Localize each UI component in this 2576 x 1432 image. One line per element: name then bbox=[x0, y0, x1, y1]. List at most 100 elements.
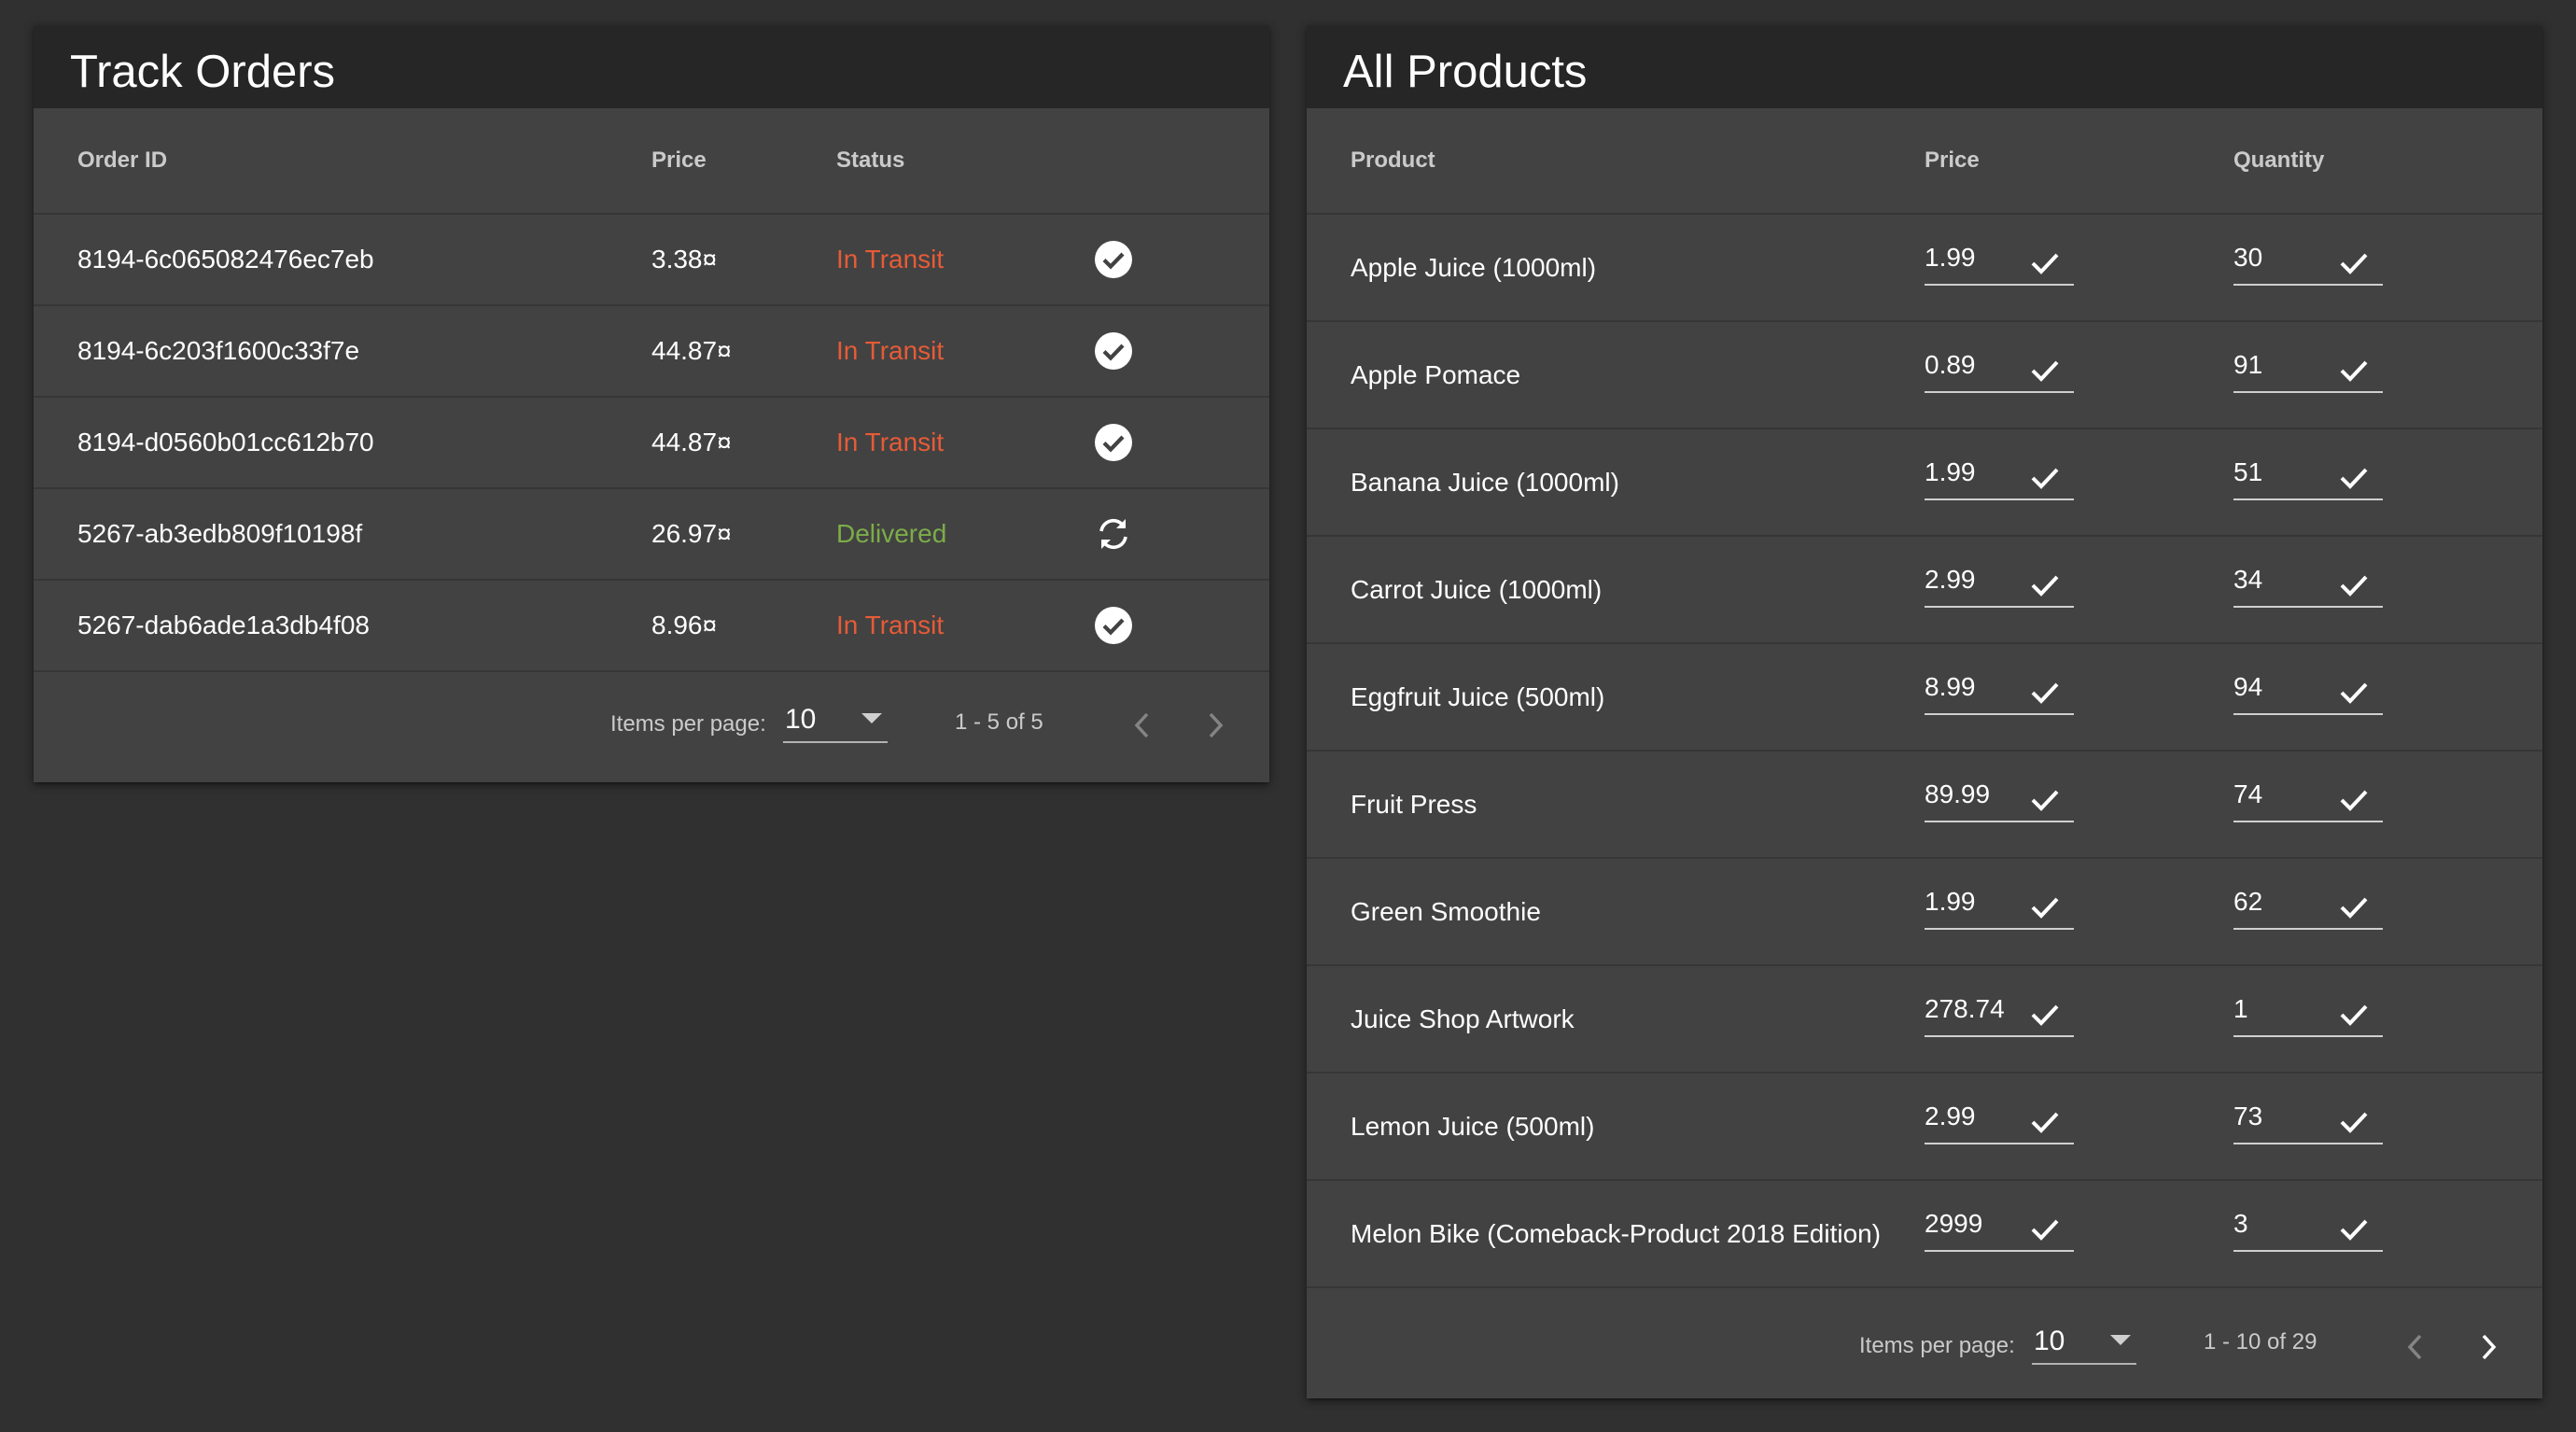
order-id-cell: 8194-d0560b01cc612b70 bbox=[77, 398, 374, 487]
table-row: Melon Bike (Comeback-Product 2018 Editio… bbox=[1307, 1181, 2542, 1288]
quantity-field[interactable]: 1 bbox=[2233, 983, 2383, 1037]
save-quantity-button[interactable] bbox=[2340, 467, 2368, 489]
product-name: Banana Juice (1000ml) bbox=[1351, 467, 1619, 497]
mark-delivered-button[interactable] bbox=[1087, 581, 1140, 670]
status-cell: Delivered bbox=[836, 489, 946, 579]
column-header-product[interactable]: Product bbox=[1351, 108, 1435, 213]
chevron-left-icon bbox=[2405, 1333, 2424, 1361]
price-field[interactable]: 278.74 bbox=[1925, 983, 2074, 1037]
price-input[interactable]: 2.99 bbox=[1925, 1102, 1976, 1143]
order-price: 26.97¤ bbox=[651, 519, 732, 548]
price-field[interactable]: 2.99 bbox=[1925, 1090, 2074, 1144]
save-price-button[interactable] bbox=[2031, 681, 2059, 704]
mark-delivered-button[interactable] bbox=[1087, 398, 1140, 487]
price-input[interactable]: 89.99 bbox=[1925, 779, 1990, 821]
table-row: Apple Juice (1000ml) 1.99 30 bbox=[1307, 215, 2542, 322]
quantity-input[interactable]: 3 bbox=[2233, 1209, 2248, 1250]
save-price-button[interactable] bbox=[2031, 1218, 2059, 1241]
save-price-button[interactable] bbox=[2031, 789, 2059, 811]
range-label: 1 - 10 of 29 bbox=[2204, 1329, 2317, 1355]
quantity-input[interactable]: 94 bbox=[2233, 672, 2262, 713]
quantity-input[interactable]: 74 bbox=[2233, 779, 2262, 821]
price-input[interactable]: 1.99 bbox=[1925, 243, 1976, 284]
save-quantity-button[interactable] bbox=[2340, 896, 2368, 919]
quantity-input[interactable]: 91 bbox=[2233, 350, 2262, 391]
price-input[interactable]: 278.74 bbox=[1925, 994, 2005, 1035]
quantity-field[interactable]: 30 bbox=[2233, 232, 2383, 286]
price-cell: 3.38¤ bbox=[651, 215, 717, 304]
price-input[interactable]: 2.99 bbox=[1925, 565, 1976, 606]
quantity-input[interactable]: 73 bbox=[2233, 1102, 2262, 1143]
quantity-field[interactable]: 74 bbox=[2233, 768, 2383, 822]
track-orders-table-header: Order ID Price Status bbox=[34, 108, 1269, 215]
column-header-price[interactable]: Price bbox=[651, 108, 707, 213]
mark-delivered-button[interactable] bbox=[1087, 306, 1140, 396]
quantity-input[interactable]: 1 bbox=[2233, 994, 2248, 1035]
save-price-button[interactable] bbox=[2031, 252, 2059, 274]
quantity-field[interactable]: 73 bbox=[2233, 1090, 2383, 1144]
items-per-page-value: 10 bbox=[785, 704, 817, 735]
price-field[interactable]: 89.99 bbox=[1925, 768, 2074, 822]
check-icon bbox=[2031, 252, 2059, 274]
order-id: 8194-6c065082476ec7eb bbox=[77, 245, 374, 274]
quantity-input[interactable]: 30 bbox=[2233, 243, 2262, 284]
save-price-button[interactable] bbox=[2031, 1111, 2059, 1133]
price-field[interactable]: 0.89 bbox=[1925, 339, 2074, 393]
column-header-price[interactable]: Price bbox=[1925, 108, 1980, 213]
items-per-page-label: Items per page: bbox=[1859, 1333, 2015, 1358]
price-field[interactable]: 1.99 bbox=[1925, 876, 2074, 930]
save-quantity-button[interactable] bbox=[2340, 1218, 2368, 1241]
price-field[interactable]: 2.99 bbox=[1925, 554, 2074, 608]
next-page-button[interactable] bbox=[2466, 1324, 2513, 1370]
next-page-button[interactable] bbox=[1193, 702, 1239, 749]
save-price-button[interactable] bbox=[2031, 896, 2059, 919]
previous-page-button[interactable] bbox=[2391, 1324, 2438, 1370]
save-quantity-button[interactable] bbox=[2340, 359, 2368, 382]
save-price-button[interactable] bbox=[2031, 467, 2059, 489]
quantity-input[interactable]: 62 bbox=[2233, 887, 2262, 928]
price-field[interactable]: 8.99 bbox=[1925, 661, 2074, 715]
quantity-field[interactable]: 91 bbox=[2233, 339, 2383, 393]
quantity-field[interactable]: 51 bbox=[2233, 446, 2383, 500]
quantity-input[interactable]: 34 bbox=[2233, 565, 2262, 606]
price-input[interactable]: 1.99 bbox=[1925, 887, 1976, 928]
price-input[interactable]: 8.99 bbox=[1925, 672, 1976, 713]
quantity-field[interactable]: 3 bbox=[2233, 1198, 2383, 1252]
save-quantity-button[interactable] bbox=[2340, 1111, 2368, 1133]
save-price-button[interactable] bbox=[2031, 574, 2059, 597]
column-header-quantity[interactable]: Quantity bbox=[2233, 108, 2324, 213]
price-input[interactable]: 0.89 bbox=[1925, 350, 1976, 391]
save-quantity-button[interactable] bbox=[2340, 252, 2368, 274]
items-per-page-select[interactable]: 10 bbox=[2032, 1320, 2136, 1365]
mark-in-transit-button[interactable] bbox=[1087, 489, 1140, 579]
save-quantity-button[interactable] bbox=[2340, 789, 2368, 811]
check-icon bbox=[2031, 681, 2059, 704]
items-per-page-select[interactable]: 10 bbox=[783, 698, 888, 743]
quantity-field[interactable]: 94 bbox=[2233, 661, 2383, 715]
price-field[interactable]: 1.99 bbox=[1925, 232, 2074, 286]
product-name: Eggfruit Juice (500ml) bbox=[1351, 681, 1605, 711]
product-name: Green Smoothie bbox=[1351, 896, 1541, 926]
save-quantity-button[interactable] bbox=[2340, 574, 2368, 597]
product-name-cell: Green Smoothie bbox=[1351, 859, 1541, 964]
save-price-button[interactable] bbox=[2031, 359, 2059, 382]
product-name: Carrot Juice (1000ml) bbox=[1351, 574, 1603, 604]
mark-delivered-button[interactable] bbox=[1087, 215, 1140, 304]
check-icon bbox=[2031, 789, 2059, 811]
all-products-title: All Products bbox=[1343, 47, 1588, 97]
price-input[interactable]: 1.99 bbox=[1925, 457, 1976, 498]
quantity-field[interactable]: 34 bbox=[2233, 554, 2383, 608]
quantity-field[interactable]: 62 bbox=[2233, 876, 2383, 930]
price-input[interactable]: 2999 bbox=[1925, 1209, 1982, 1250]
save-quantity-button[interactable] bbox=[2340, 681, 2368, 704]
column-header-order-id[interactable]: Order ID bbox=[77, 108, 167, 213]
save-price-button[interactable] bbox=[2031, 1004, 2059, 1026]
quantity-input[interactable]: 51 bbox=[2233, 457, 2262, 498]
price-field[interactable]: 1.99 bbox=[1925, 446, 2074, 500]
save-quantity-button[interactable] bbox=[2340, 1004, 2368, 1026]
previous-page-button[interactable] bbox=[1118, 702, 1165, 749]
price-field[interactable]: 2999 bbox=[1925, 1198, 2074, 1252]
items-per-page-value: 10 bbox=[2034, 1326, 2065, 1356]
check-icon bbox=[2340, 1111, 2368, 1133]
column-header-status[interactable]: Status bbox=[836, 108, 904, 213]
